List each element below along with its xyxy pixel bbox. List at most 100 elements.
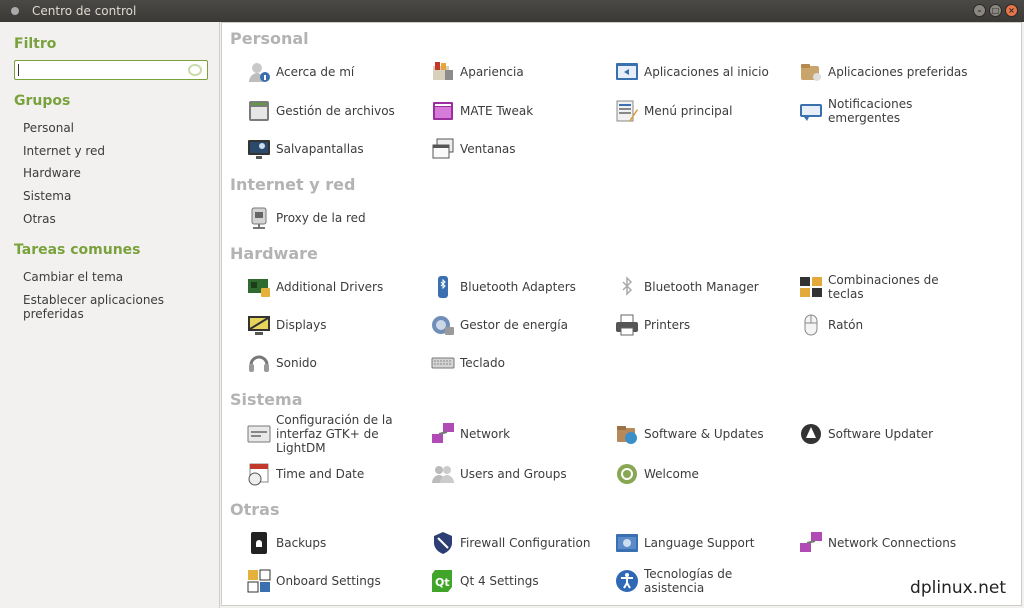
software-updater-icon bbox=[798, 422, 824, 446]
app-label: Qt 4 Settings bbox=[460, 574, 539, 588]
content-panel: Personal Acerca de mí Apariencia Aplicac… bbox=[221, 22, 1022, 606]
app-network[interactable]: Network bbox=[430, 417, 610, 451]
category-title-hardware: Hardware bbox=[230, 244, 318, 263]
app-additional-drivers[interactable]: Additional Drivers bbox=[246, 270, 426, 304]
tasks-heading: Tareas comunes bbox=[14, 242, 141, 258]
app-label: Acerca de mí bbox=[276, 65, 355, 79]
text-caret bbox=[18, 64, 19, 76]
app-combinaciones-teclas[interactable]: Combinaciones de teclas bbox=[798, 270, 978, 304]
group-personal[interactable]: Personal bbox=[23, 121, 74, 135]
onboard-icon bbox=[246, 569, 272, 593]
app-raton[interactable]: Ratón bbox=[798, 308, 978, 342]
maximize-icon[interactable]: □ bbox=[989, 4, 1002, 17]
group-sistema[interactable]: Sistema bbox=[23, 189, 71, 203]
app-label: Time and Date bbox=[276, 467, 365, 481]
network-icon bbox=[430, 422, 456, 446]
welcome-icon bbox=[614, 462, 640, 486]
group-otras[interactable]: Otras bbox=[23, 212, 56, 226]
app-sonido[interactable]: Sonido bbox=[246, 346, 426, 380]
group-hardware[interactable]: Hardware bbox=[23, 166, 81, 180]
app-software-updater[interactable]: Software Updater bbox=[798, 417, 978, 451]
app-label: Ventanas bbox=[460, 142, 516, 156]
app-label: Apariencia bbox=[460, 65, 524, 79]
app-mate-tweak[interactable]: MATE Tweak bbox=[430, 94, 610, 128]
groups-heading: Grupos bbox=[14, 93, 71, 109]
app-label: Onboard Settings bbox=[276, 574, 381, 588]
user-info-icon bbox=[246, 60, 272, 84]
app-proxy-red[interactable]: Proxy de la red bbox=[246, 201, 426, 235]
software-updates-icon bbox=[614, 422, 640, 446]
app-printers[interactable]: Printers bbox=[614, 308, 794, 342]
search-icon bbox=[188, 64, 202, 76]
app-ventanas[interactable]: Ventanas bbox=[430, 132, 610, 166]
app-language-support[interactable]: Language Support bbox=[614, 526, 794, 560]
app-gestion-archivos[interactable]: Gestión de archivos bbox=[246, 94, 426, 128]
app-label: Teclado bbox=[460, 356, 505, 370]
app-software-updates[interactable]: Software & Updates bbox=[614, 417, 794, 451]
minimize-icon[interactable]: – bbox=[973, 4, 986, 17]
printer-icon bbox=[614, 313, 640, 337]
sound-icon bbox=[246, 351, 272, 375]
app-teclado[interactable]: Teclado bbox=[430, 346, 610, 380]
power-manager-icon bbox=[430, 313, 456, 337]
accessibility-icon bbox=[614, 569, 640, 593]
app-label: Configuración de la interfaz GTK+ de Lig… bbox=[276, 413, 393, 455]
app-users-groups[interactable]: Users and Groups bbox=[430, 457, 610, 491]
watermark: dplinux.net bbox=[908, 578, 1008, 598]
app-label: Backups bbox=[276, 536, 327, 550]
app-backups[interactable]: Backups bbox=[246, 526, 426, 560]
app-label: Bluetooth Adapters bbox=[460, 280, 576, 294]
appearance-icon bbox=[430, 60, 456, 84]
category-title-otras: Otras bbox=[230, 500, 280, 519]
app-lightdm-config[interactable]: Configuración de la interfaz GTK+ de Lig… bbox=[246, 413, 430, 455]
keyboard-icon bbox=[430, 351, 456, 375]
app-label: Displays bbox=[276, 318, 327, 332]
app-label: Proxy de la red bbox=[276, 211, 366, 225]
category-title-internet: Internet y red bbox=[230, 175, 356, 194]
app-network-connections[interactable]: Network Connections bbox=[798, 526, 978, 560]
sidebar: Filtro Grupos Personal Internet y red Ha… bbox=[0, 22, 220, 608]
app-aplicaciones-preferidas[interactable]: Aplicaciones preferidas bbox=[798, 55, 978, 89]
app-qt4-settings[interactable]: Qt Qt 4 Settings bbox=[430, 564, 610, 598]
app-accessibility[interactable]: Tecnologías de asistencia bbox=[614, 564, 794, 598]
app-bluetooth-manager[interactable]: Bluetooth Manager bbox=[614, 270, 794, 304]
task-change-theme[interactable]: Cambiar el tema bbox=[23, 270, 123, 284]
app-salvapantallas[interactable]: Salvapantallas bbox=[246, 132, 426, 166]
network-proxy-icon bbox=[246, 206, 272, 230]
app-bluetooth-adapters[interactable]: Bluetooth Adapters bbox=[430, 270, 610, 304]
category-title-personal: Personal bbox=[230, 29, 309, 48]
app-gestor-energia[interactable]: Gestor de energía bbox=[430, 308, 610, 342]
app-acerca-de-mi[interactable]: Acerca de mí bbox=[246, 55, 426, 89]
app-notificaciones[interactable]: Notificaciones emergentes bbox=[798, 94, 978, 128]
windows-icon bbox=[430, 137, 456, 161]
window-title: Centro de control bbox=[32, 4, 137, 18]
app-welcome[interactable]: Welcome bbox=[614, 457, 794, 491]
mate-tweak-icon bbox=[430, 99, 456, 123]
search-input[interactable] bbox=[14, 60, 208, 80]
app-label: Tecnologías de asistencia bbox=[644, 567, 733, 595]
task-preferred-apps[interactable]: Establecer aplicaciones preferidas bbox=[23, 293, 219, 321]
language-icon bbox=[614, 531, 640, 555]
app-displays[interactable]: Displays bbox=[246, 308, 426, 342]
close-icon[interactable]: × bbox=[1005, 4, 1018, 17]
window-menu-icon[interactable] bbox=[11, 7, 19, 15]
app-label: Gestor de energía bbox=[460, 318, 568, 332]
app-firewall[interactable]: Firewall Configuration bbox=[430, 526, 610, 560]
app-label: Menú principal bbox=[644, 104, 733, 118]
app-aplicaciones-inicio[interactable]: Aplicaciones al inicio bbox=[614, 55, 794, 89]
app-menu-principal[interactable]: Menú principal bbox=[614, 94, 794, 128]
app-label: Aplicaciones al inicio bbox=[644, 65, 769, 79]
notifications-icon bbox=[798, 99, 824, 123]
preferred-apps-icon bbox=[798, 60, 824, 84]
app-time-date[interactable]: Time and Date bbox=[246, 457, 426, 491]
svg-text:Qt: Qt bbox=[435, 576, 450, 589]
app-onboard-settings[interactable]: Onboard Settings bbox=[246, 564, 426, 598]
bluetooth-icon bbox=[614, 275, 640, 299]
app-label: Language Support bbox=[644, 536, 755, 550]
app-apariencia[interactable]: Apariencia bbox=[430, 55, 610, 89]
app-label: Notificaciones emergentes bbox=[828, 97, 913, 125]
bluetooth-adapter-icon bbox=[430, 275, 456, 299]
filter-heading: Filtro bbox=[14, 36, 57, 52]
file-management-icon bbox=[246, 99, 272, 123]
group-internet[interactable]: Internet y red bbox=[23, 144, 105, 158]
